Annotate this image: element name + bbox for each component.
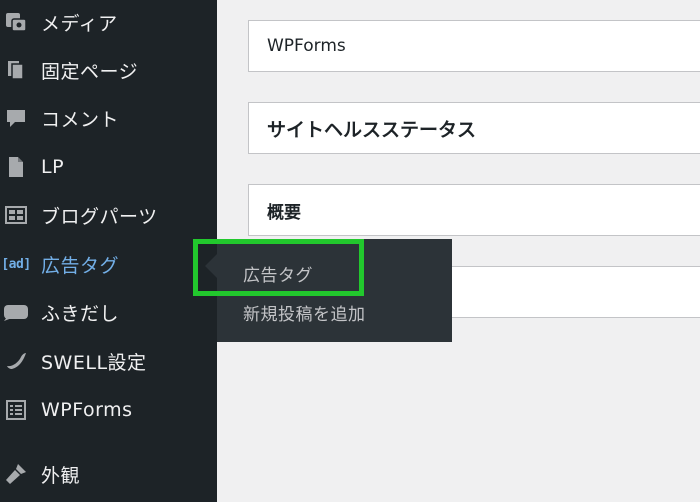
widget-title: サイトヘルスステータス bbox=[267, 118, 477, 141]
media-icon bbox=[2, 8, 30, 36]
sidebar-item-label: ブログパーツ bbox=[41, 205, 158, 228]
sidebar-item-label: 固定ページ bbox=[41, 60, 139, 83]
widget-title: 概要 bbox=[267, 202, 301, 223]
sidebar-item-label: ふきだし bbox=[41, 302, 120, 325]
sidebar-item-swell-settings[interactable]: SWELL設定 bbox=[0, 339, 217, 383]
sidebar-item-label: SWELL設定 bbox=[41, 351, 147, 374]
sidebar-item-blog-parts[interactable]: ブログパーツ bbox=[0, 193, 217, 237]
sidebar-item-label: メディア bbox=[41, 12, 118, 35]
sidebar-item-media[interactable]: メディア bbox=[0, 0, 217, 44]
submenu-item-add-new[interactable]: 新規投稿を追加 bbox=[243, 300, 366, 325]
highlight-annotation bbox=[193, 239, 364, 296]
dashboard-widget-wpforms: WPForms bbox=[248, 20, 700, 72]
ad-icon-text: [ad] bbox=[1, 256, 31, 272]
sidebar-item-label: 広告タグ bbox=[41, 254, 120, 277]
comment-icon bbox=[2, 104, 30, 132]
speech-bubble-icon bbox=[2, 298, 30, 326]
document-icon bbox=[2, 153, 30, 181]
blog-parts-icon bbox=[2, 201, 30, 229]
sidebar-item-lp[interactable]: LP bbox=[0, 145, 217, 189]
appearance-icon bbox=[2, 460, 30, 488]
sidebar-item-label: 外観 bbox=[41, 464, 81, 487]
sidebar-item-wpforms[interactable]: WPForms bbox=[0, 388, 217, 432]
dashboard-widget-overview: 概要 bbox=[248, 184, 700, 236]
sidebar-item-label: WPForms bbox=[41, 399, 133, 421]
widget-title: WPForms bbox=[267, 36, 346, 56]
sidebar-item-pages[interactable]: 固定ページ bbox=[0, 48, 217, 92]
admin-sidebar: メディア 固定ページ コメント LP ブログパーツ [ad] 広告タグ ふきだし… bbox=[0, 0, 217, 502]
sidebar-item-label: コメント bbox=[41, 108, 120, 131]
sidebar-item-ad-tags[interactable]: [ad] 広告タグ bbox=[0, 242, 217, 286]
sidebar-item-label: LP bbox=[41, 156, 65, 178]
sidebar-item-speech-bubble[interactable]: ふきだし bbox=[0, 290, 217, 334]
ad-icon: [ad] bbox=[1, 250, 31, 278]
sidebar-item-appearance[interactable]: 外観 bbox=[0, 452, 217, 496]
pages-icon bbox=[2, 56, 30, 84]
swell-icon bbox=[2, 347, 30, 375]
sidebar-item-comments[interactable]: コメント bbox=[0, 96, 217, 140]
forms-icon bbox=[2, 396, 30, 424]
dashboard-widget-site-health: サイトヘルスステータス bbox=[248, 102, 700, 154]
